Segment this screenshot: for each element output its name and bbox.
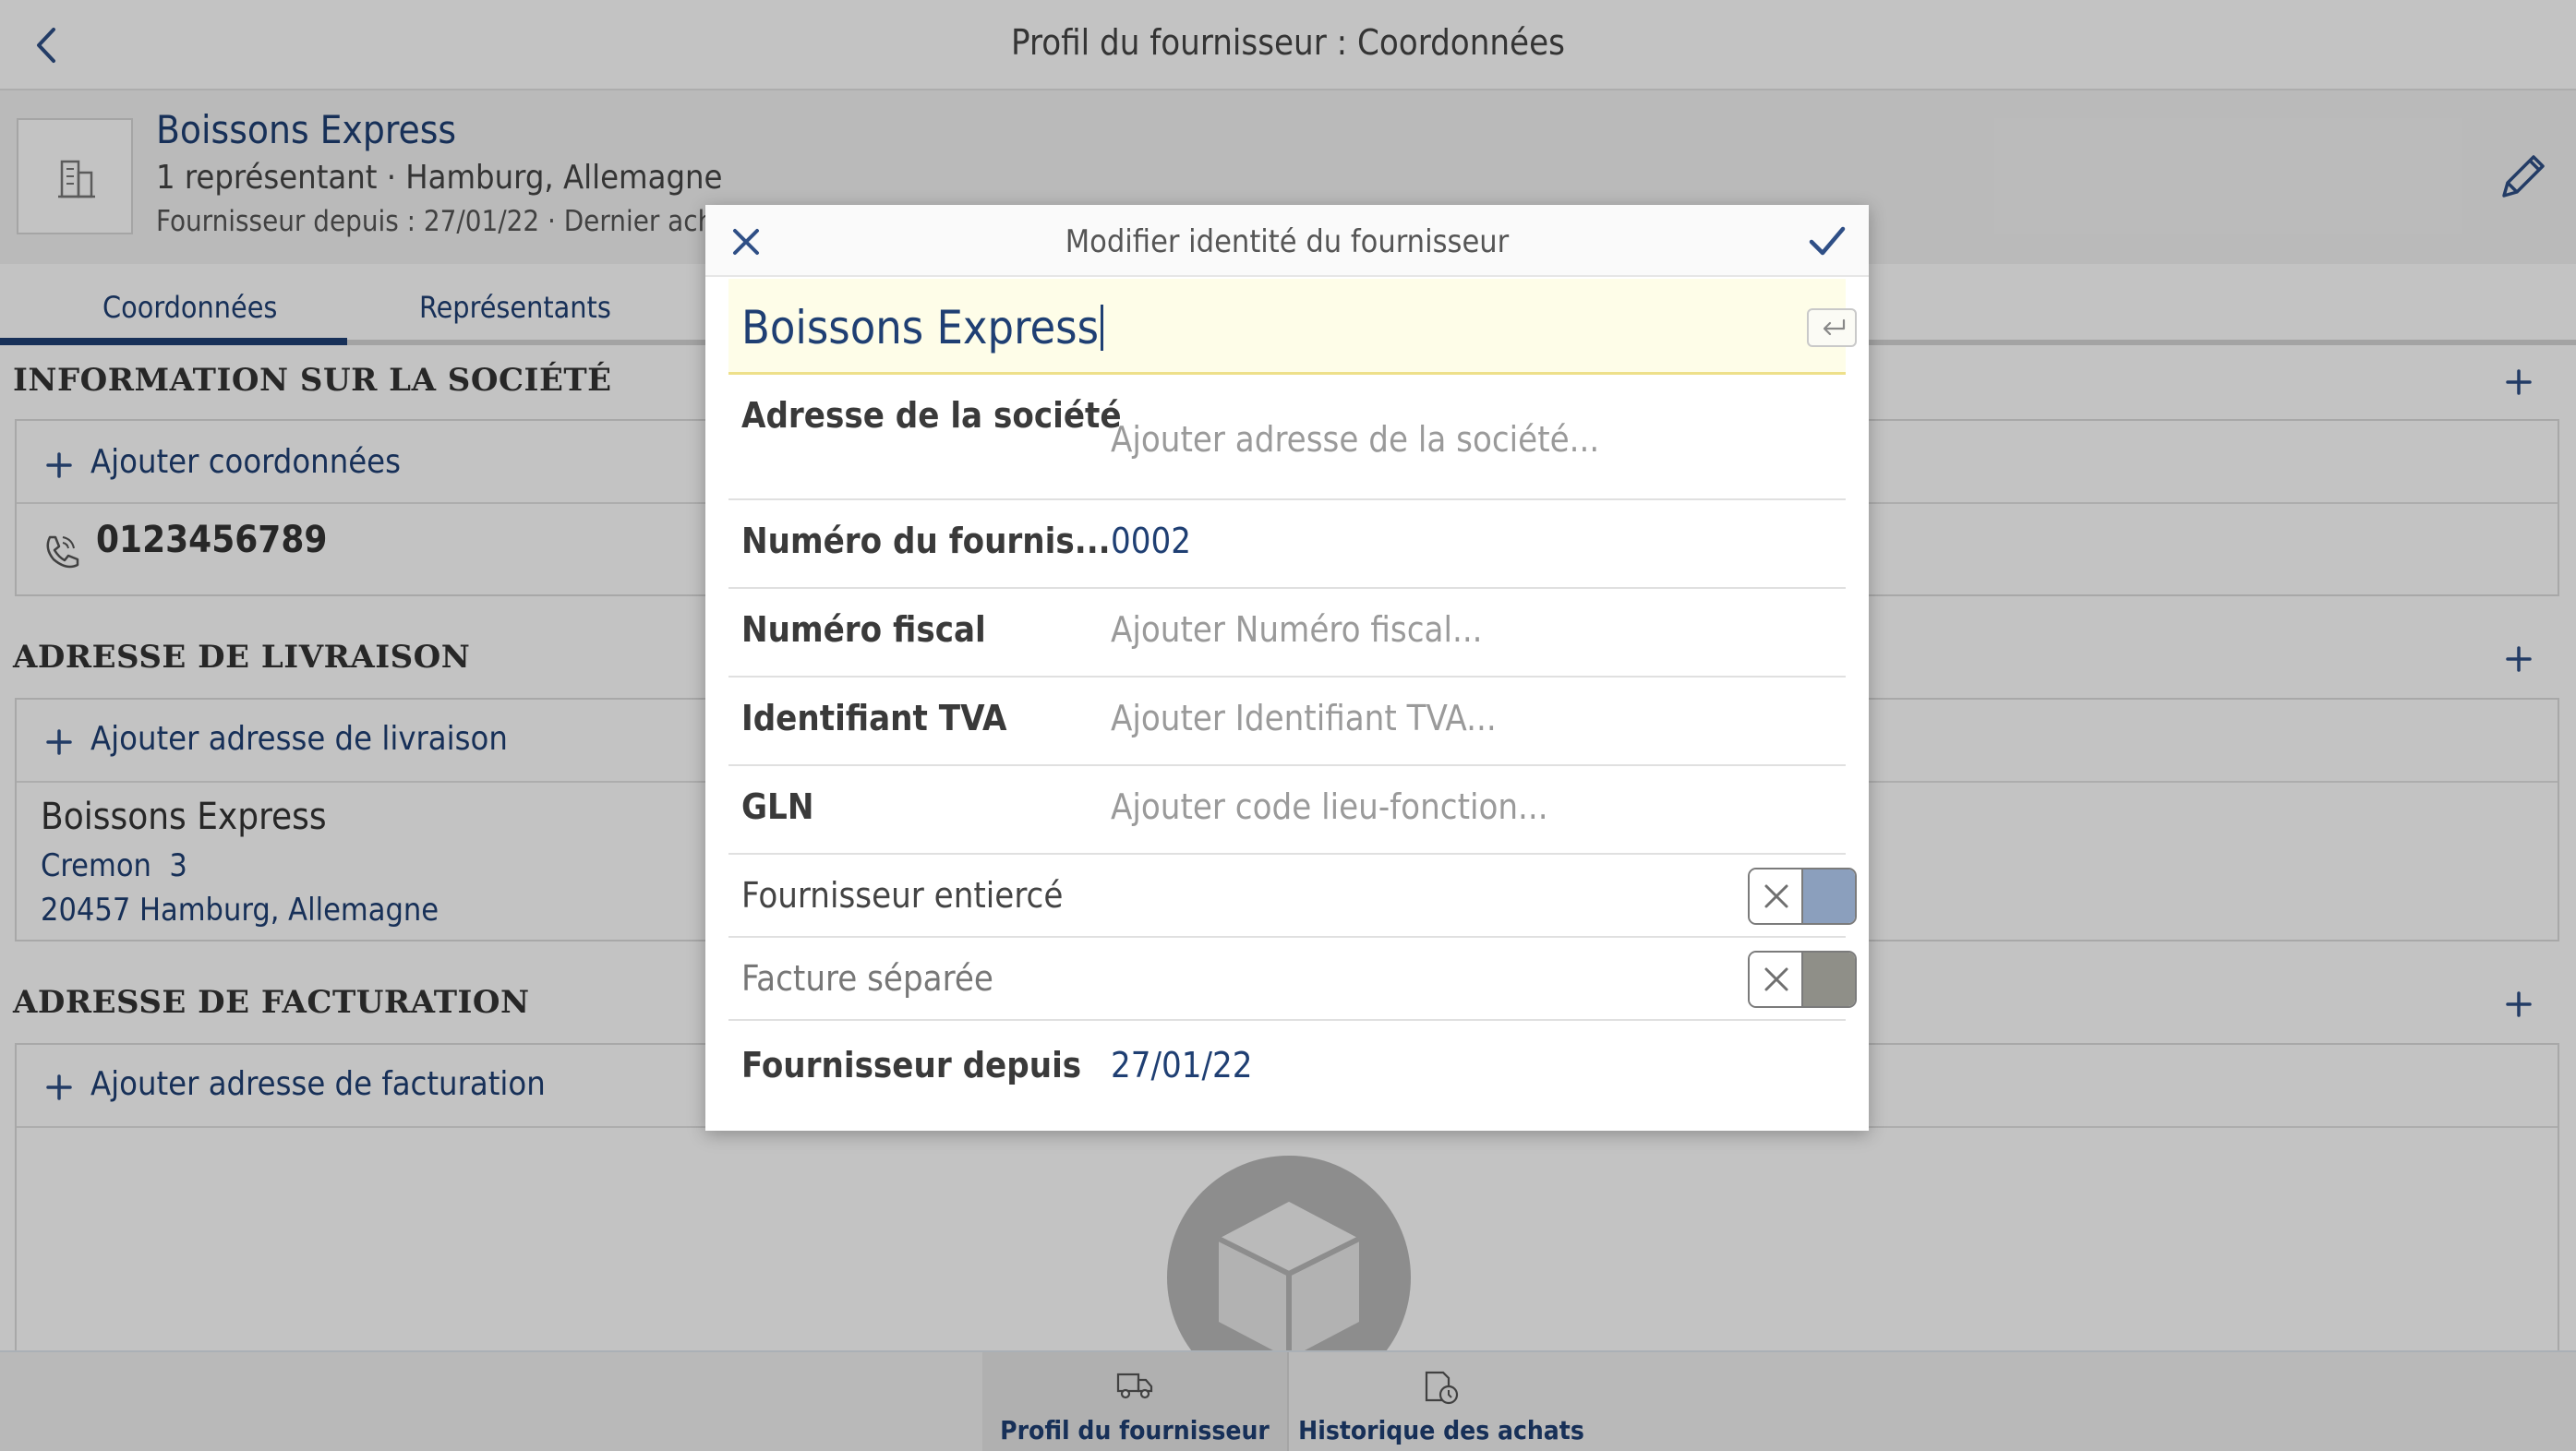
- field-label: GLN: [741, 786, 814, 827]
- field-label: Numéro fiscal: [741, 609, 986, 650]
- edit-supplier-identity-dialog: Modifier identité du fournisseur Boisson…: [705, 205, 1869, 1131]
- third-party-toggle[interactable]: [1748, 868, 1857, 925]
- third-party-supplier-row: Fournisseur entiercé: [728, 855, 1857, 938]
- close-icon: [1764, 884, 1788, 908]
- text-caret: [1101, 305, 1104, 351]
- supplier-number-row[interactable]: Numéro du fournis... 0002: [728, 500, 1846, 589]
- checkmark-icon[interactable]: [1806, 222, 1848, 262]
- separate-invoice-toggle[interactable]: [1748, 951, 1857, 1008]
- field-label: Facture séparée: [741, 958, 993, 999]
- vat-id-row[interactable]: Identifiant TVA Ajouter Identifiant TVA.…: [728, 678, 1846, 766]
- field-label: Adresse de la société: [741, 395, 1122, 436]
- tax-number-row[interactable]: Numéro fiscal Ajouter Numéro fiscal...: [728, 589, 1846, 678]
- supplier-number-input[interactable]: 0002: [1111, 521, 1191, 561]
- return-key-icon[interactable]: [1807, 308, 1857, 347]
- dialog-header: Modifier identité du fournisseur: [705, 205, 1869, 277]
- field-label: Identifiant TVA: [741, 698, 1007, 738]
- supplier-name-input[interactable]: Boissons Express: [728, 279, 1857, 375]
- field-label: Fournisseur entiercé: [741, 875, 1064, 916]
- supplier-name-value: Boissons Express: [741, 301, 1100, 354]
- dialog-title: Modifier identité du fournisseur: [1065, 223, 1510, 260]
- field-label: Fournisseur depuis: [741, 1045, 1082, 1085]
- gln-row[interactable]: GLN Ajouter code lieu-fonction...: [728, 766, 1846, 855]
- supplier-since-input[interactable]: 27/01/22: [1111, 1045, 1253, 1085]
- close-icon: [1764, 967, 1788, 991]
- company-address-row[interactable]: Adresse de la société Ajouter adresse de…: [728, 377, 1846, 500]
- gln-input[interactable]: Ajouter code lieu-fonction...: [1111, 786, 1548, 827]
- separate-invoice-row: Facture séparée: [728, 938, 1857, 1021]
- field-label: Numéro du fournis...: [741, 521, 1111, 561]
- tax-number-input[interactable]: Ajouter Numéro fiscal...: [1111, 609, 1483, 650]
- company-address-input[interactable]: Ajouter adresse de la société...: [1111, 419, 1599, 460]
- supplier-since-row[interactable]: Fournisseur depuis 27/01/22: [728, 1021, 1846, 1113]
- vat-id-input[interactable]: Ajouter Identifiant TVA...: [1111, 698, 1497, 738]
